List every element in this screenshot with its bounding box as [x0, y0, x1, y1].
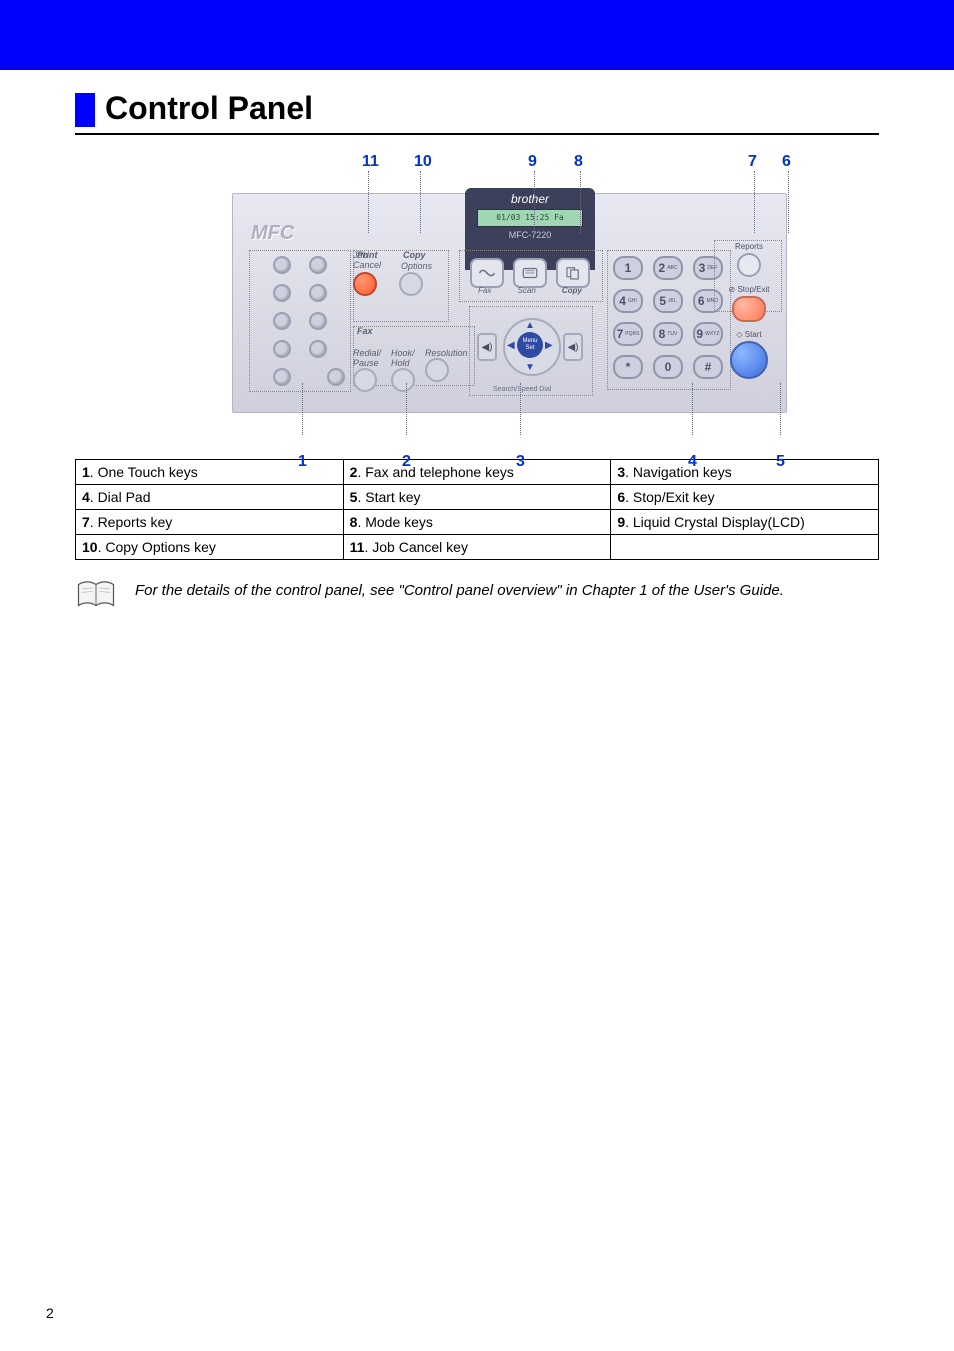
dial-key-7[interactable]: 7PQRS — [613, 322, 643, 346]
book-icon — [75, 578, 117, 617]
heading-marker — [75, 93, 95, 127]
one-touch-keys — [255, 256, 345, 396]
start-label: ◇ Start — [720, 330, 778, 339]
dial-key-9[interactable]: 9WXYZ — [693, 322, 723, 346]
key-cell-11: 11. Job Cancel key — [343, 535, 611, 560]
scan-mode-label: Scan — [518, 286, 536, 295]
copy-mode-key[interactable] — [556, 258, 590, 288]
fax-mode-key[interactable] — [470, 258, 504, 288]
fax-mode-label: Fax — [478, 286, 491, 295]
key-cell-10: 10. Copy Options key — [76, 535, 344, 560]
callout-key-table: 1. One Touch keys2. Fax and telephone ke… — [75, 459, 879, 560]
dial-key-0[interactable]: 0 — [653, 355, 683, 379]
stop-exit-label: ⊘ Stop/Exit — [720, 285, 778, 294]
nav-right-icon: ▶ — [545, 340, 553, 351]
key-cell-4: 4. Dial Pad — [76, 485, 344, 510]
lcd-display: 01/03 15:25 Fa — [477, 209, 583, 227]
callout-1: 1 — [298, 453, 307, 471]
copy-icon — [564, 266, 582, 280]
copy-mode-label: Copy — [562, 286, 582, 295]
dial-key-*[interactable]: * — [613, 355, 643, 379]
key-cell-3: 3. Navigation keys — [611, 460, 879, 485]
page-number: 2 — [46, 1305, 54, 1321]
resolution-label: Resolution — [425, 348, 468, 358]
callout-7: 7 — [748, 153, 757, 171]
scan-icon — [521, 266, 539, 280]
resolution-button[interactable] — [425, 358, 449, 382]
key-cell-5: 5. Start key — [343, 485, 611, 510]
options-label: Options — [401, 261, 432, 271]
reports-label: Reports — [720, 242, 778, 251]
callout-10: 10 — [414, 153, 432, 171]
callout-5: 5 — [776, 453, 785, 471]
redial-pause-label: Redial/ Pause — [353, 348, 381, 368]
heading: Control Panel — [75, 90, 879, 135]
callout-6: 6 — [782, 153, 791, 171]
key-cell-empty — [611, 535, 879, 560]
nav-speaker-right[interactable]: ◀) — [563, 333, 583, 361]
note-text: For the details of the control panel, se… — [135, 578, 784, 599]
scan-mode-key[interactable] — [513, 258, 547, 288]
dial-key-5[interactable]: 5JKL — [653, 289, 683, 313]
reports-button[interactable] — [737, 253, 761, 277]
page-title: Control Panel — [105, 90, 313, 127]
nav-left-icon: ◀ — [507, 340, 515, 351]
control-panel-diagram: 11109876 MFC Print Copy Job Cancel — [142, 153, 812, 453]
callout-8: 8 — [574, 153, 583, 171]
dial-key-2[interactable]: 2ABC — [653, 256, 683, 280]
key-cell-8: 8. Mode keys — [343, 510, 611, 535]
key-cell-7: 7. Reports key — [76, 510, 344, 535]
dial-key-#[interactable]: # — [693, 355, 723, 379]
dial-key-4[interactable]: 4GHI — [613, 289, 643, 313]
hook-hold-button[interactable] — [391, 368, 415, 392]
callout-4: 4 — [688, 453, 697, 471]
fax-icon — [478, 266, 496, 280]
callout-9: 9 — [528, 153, 537, 171]
start-button[interactable] — [730, 341, 768, 379]
key-cell-9: 9. Liquid Crystal Display(LCD) — [611, 510, 879, 535]
dial-key-8[interactable]: 8TUV — [653, 322, 683, 346]
dial-pad: 12ABC3DEF4GHI5JKL6MNO7PQRS8TUV9WXYZ*0# — [613, 256, 723, 388]
model-label: MFC-7220 — [465, 230, 595, 240]
redial-pause-button[interactable] — [353, 368, 377, 392]
nav-speaker-left[interactable]: ◀) — [477, 333, 497, 361]
menu-set-button[interactable]: Menu Set — [517, 332, 543, 358]
dial-key-1[interactable]: 1 — [613, 256, 643, 280]
nav-down-icon: ▼ — [525, 362, 535, 373]
hook-hold-label: Hook/ Hold — [391, 348, 415, 368]
key-cell-2: 2. Fax and telephone keys — [343, 460, 611, 485]
callout-2: 2 — [402, 453, 411, 471]
copy-options-button[interactable] — [399, 272, 423, 296]
stop-exit-button[interactable] — [732, 296, 766, 322]
callout-3: 3 — [516, 453, 525, 471]
brother-logo: brother — [465, 192, 595, 206]
job-cancel-button[interactable] — [353, 272, 377, 296]
search-speed-dial-label: Search/Speed Dial — [493, 386, 551, 393]
key-cell-6: 6. Stop/Exit key — [611, 485, 879, 510]
callout-11: 11 — [362, 153, 379, 171]
header-bar — [0, 0, 954, 70]
nav-up-icon: ▲ — [525, 320, 535, 331]
mfc-logo: MFC — [251, 222, 294, 245]
device-panel: MFC Print Copy Job Cancel — [232, 193, 787, 413]
